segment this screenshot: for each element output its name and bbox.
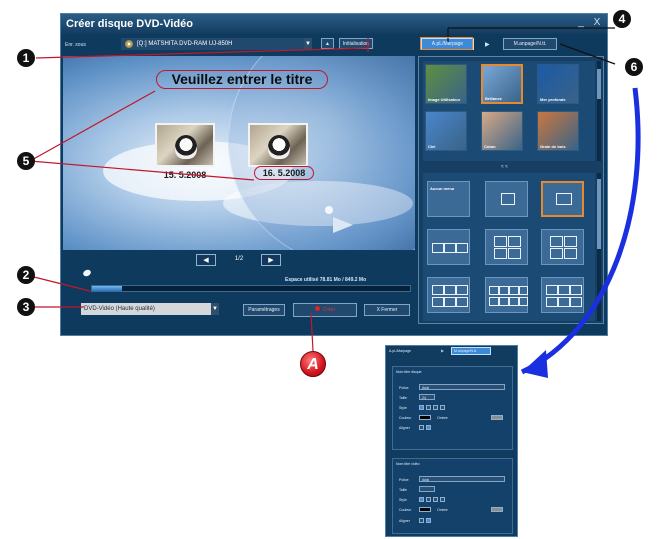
align-center-toggle[interactable] (426, 425, 431, 430)
title-settings-panel: A.pL/Marpage ▶ M.anpage/N.tt. Nom titre … (385, 345, 518, 537)
style-label: Style (399, 498, 407, 502)
color-swatch[interactable] (419, 507, 431, 512)
bold-toggle[interactable] (419, 405, 424, 410)
shadow-swatch[interactable] (491, 415, 503, 420)
callout-4: 4 (613, 10, 631, 28)
callout-leaders (25, 27, 641, 378)
callout-2: 2 (17, 266, 35, 284)
section-title: Nom titre disque (396, 370, 422, 374)
bold-toggle[interactable] (419, 497, 424, 502)
italic-toggle[interactable] (426, 405, 431, 410)
callout-1: 1 (17, 49, 35, 67)
section-title: Nom titre vidéo (396, 462, 420, 466)
underline-toggle[interactable] (433, 405, 438, 410)
font-label: Police (399, 478, 409, 482)
shadow-swatch[interactable] (491, 507, 503, 512)
color-swatch[interactable] (419, 415, 431, 420)
strike-toggle[interactable] (440, 497, 445, 502)
tab-auto-layout-small[interactable]: A.pL/Marpage (389, 349, 411, 353)
shadow-label: Ombre (437, 416, 448, 420)
tab-manual-layout-small[interactable]: M.anpage/N.tt. (451, 347, 491, 355)
strike-toggle[interactable] (440, 405, 445, 410)
font-select[interactable]: Arial (419, 476, 505, 482)
style-label: Style (399, 406, 407, 410)
callout-a: A (300, 351, 326, 377)
disc-title-settings: Nom titre disque Police Arial Taille 24 … (392, 366, 513, 450)
font-label: Police (399, 386, 409, 390)
video-title-settings: Nom titre vidéo Police Arial Taille Styl… (392, 458, 513, 534)
size-select[interactable]: 24 (419, 394, 435, 400)
align-left-toggle[interactable] (419, 518, 424, 523)
callout-6: 6 (625, 58, 643, 76)
color-label: Couleur (399, 508, 412, 512)
color-label: Couleur (399, 416, 412, 420)
tab-highlight (420, 37, 473, 50)
size-select[interactable] (419, 486, 435, 492)
align-left-toggle[interactable] (419, 425, 424, 430)
shadow-label: Ombre (437, 508, 448, 512)
size-label: Taille (399, 396, 407, 400)
size-label: Taille (399, 488, 407, 492)
align-label: Aligner (399, 426, 410, 430)
tab-separator-icon: ▶ (441, 348, 445, 353)
font-select[interactable]: Arial (419, 384, 505, 390)
align-label: Aligner (399, 519, 410, 523)
callout-5: 5 (17, 152, 35, 170)
align-center-toggle[interactable] (426, 518, 431, 523)
callout-3: 3 (17, 298, 35, 316)
underline-toggle[interactable] (433, 497, 438, 502)
italic-toggle[interactable] (426, 497, 431, 502)
